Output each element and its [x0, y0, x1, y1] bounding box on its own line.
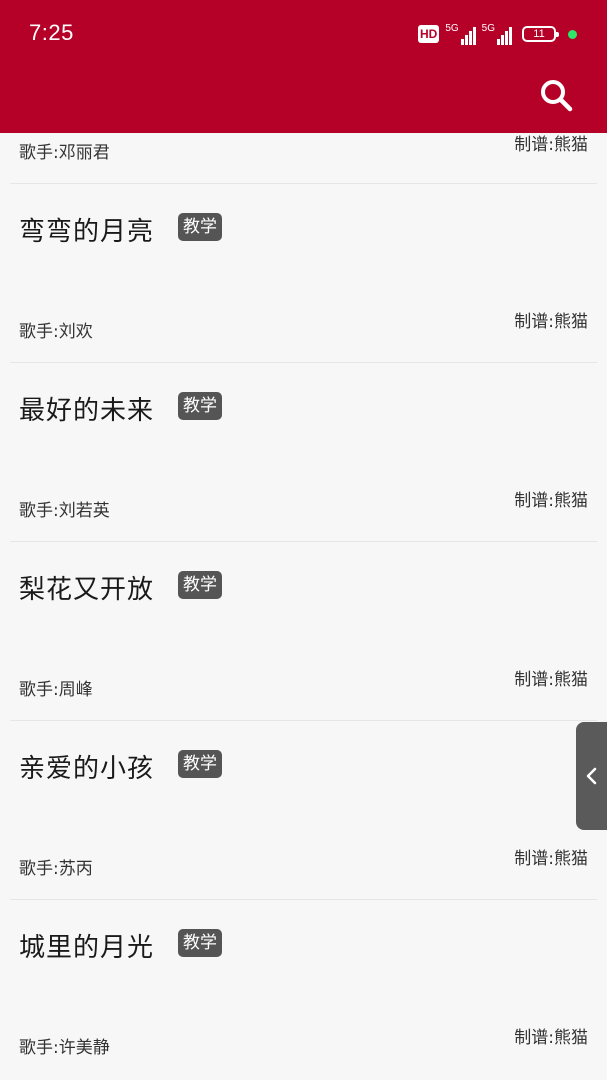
- search-icon: [541, 80, 573, 112]
- hd-icon: HD: [417, 25, 440, 43]
- chevron-left-icon: [586, 767, 596, 785]
- status-time: 7:25: [29, 20, 74, 45]
- teaching-badge: 教学: [178, 571, 222, 599]
- signal-icon: 5G: [445, 23, 476, 45]
- arranger-label: 制谱:熊猫: [514, 1028, 588, 1048]
- side-drawer-handle[interactable]: [576, 722, 607, 830]
- list-item[interactable]: 亲爱的小孩 教学 歌手:苏丙 制谱:熊猫: [0, 720, 607, 899]
- divider: [10, 899, 597, 900]
- list-item[interactable]: 梨花又开放 教学 歌手:周峰 制谱:熊猫: [0, 541, 607, 720]
- status-dot: [568, 29, 577, 39]
- singer-label: 歌手:刘若英: [19, 501, 110, 521]
- battery-icon: 11: [522, 26, 559, 42]
- singer-label: 歌手:苏丙: [19, 859, 93, 879]
- divider: [10, 183, 597, 184]
- singer-label: 歌手:刘欢: [19, 322, 93, 342]
- status-icons: HD 5G 5G 11: [417, 22, 577, 46]
- list-item[interactable]: 城里的月光 教学 歌手:许美静 制谱:熊猫: [0, 899, 607, 1078]
- teaching-badge: 教学: [178, 929, 222, 957]
- singer-label: 歌手:周峰: [19, 680, 93, 700]
- arranger-label: 制谱:熊猫: [514, 312, 588, 332]
- song-title: 弯弯的月亮: [19, 217, 155, 247]
- divider: [10, 362, 597, 363]
- divider: [10, 541, 597, 542]
- search-button[interactable]: [539, 78, 573, 112]
- teaching-badge: 教学: [178, 392, 222, 420]
- app-header: 7:25 HD 5G 5G 11: [0, 0, 607, 133]
- list-item[interactable]: 歌手:邓丽君 制谱:熊猫: [0, 133, 607, 183]
- song-title: 最好的未来: [19, 396, 155, 426]
- song-title: 城里的月光: [19, 933, 155, 963]
- arranger-label: 制谱:熊猫: [514, 491, 588, 511]
- arranger-label: 制谱:熊猫: [514, 849, 588, 869]
- song-title: 亲爱的小孩: [19, 754, 155, 784]
- list-item[interactable]: 弯弯的月亮 教学 歌手:刘欢 制谱:熊猫: [0, 183, 607, 362]
- singer-label: 歌手:邓丽君: [19, 143, 110, 163]
- singer-label: 歌手:许美静: [19, 1038, 110, 1058]
- divider: [10, 720, 597, 721]
- arranger-label: 制谱:熊猫: [514, 670, 588, 690]
- song-list: 歌手:邓丽君 制谱:熊猫 弯弯的月亮 教学 歌手:刘欢 制谱:熊猫 最好的未来 …: [0, 133, 607, 1080]
- signal-icon: 5G: [482, 23, 512, 45]
- arranger-label: 制谱:熊猫: [514, 135, 588, 155]
- list-item[interactable]: 最好的未来 教学 歌手:刘若英 制谱:熊猫: [0, 362, 607, 541]
- teaching-badge: 教学: [178, 213, 222, 241]
- song-title: 梨花又开放: [19, 575, 155, 605]
- teaching-badge: 教学: [178, 750, 222, 778]
